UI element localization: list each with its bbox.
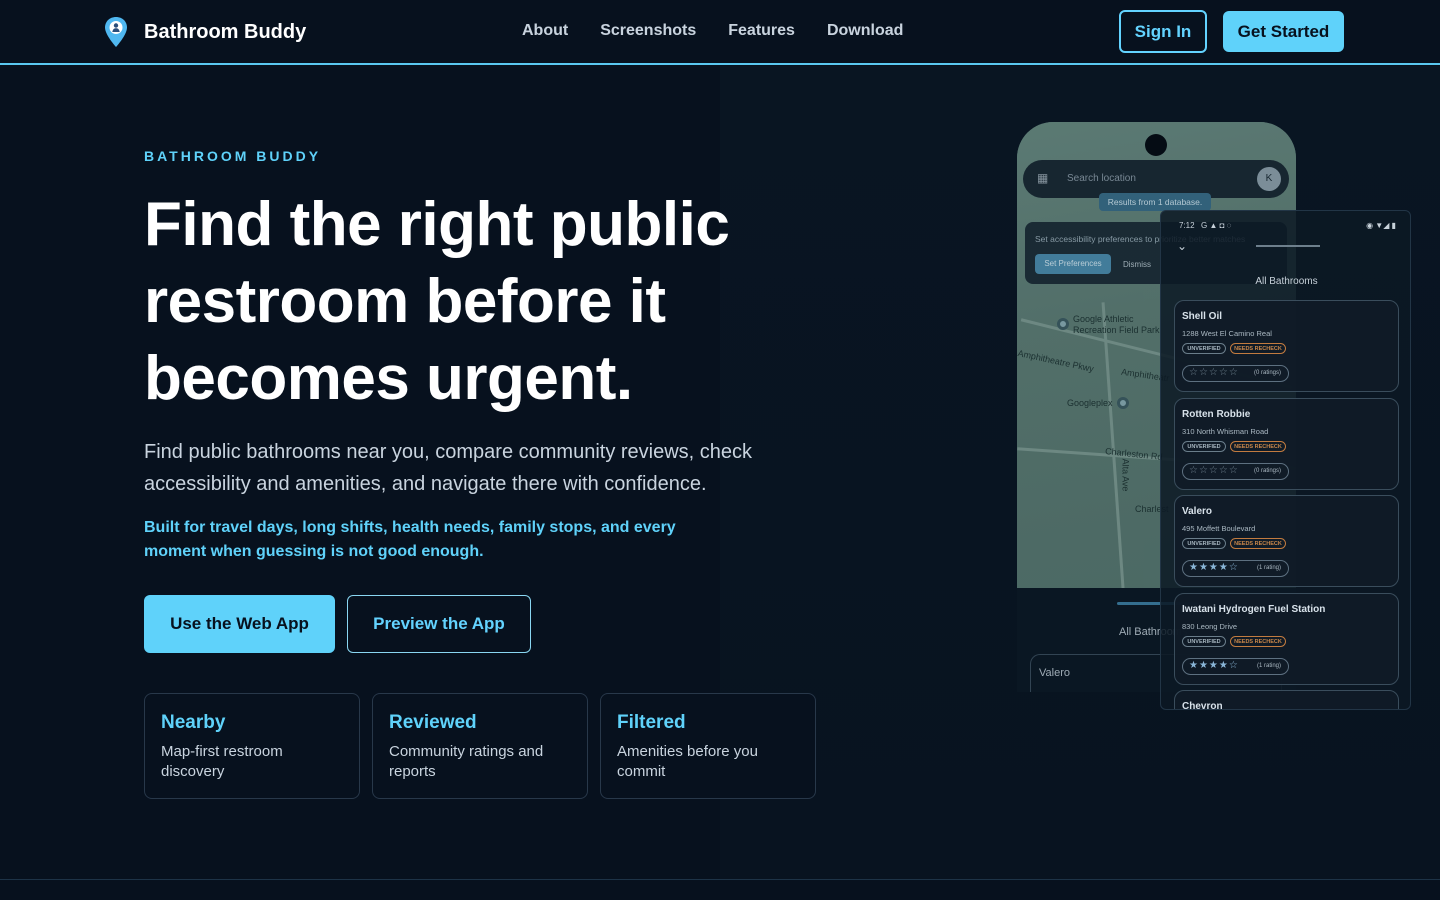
bathroom-address: 1288 West El Camino Real [1182,329,1272,338]
map-label: Google Athletic [1073,314,1134,324]
sign-in-button[interactable]: Sign In [1119,10,1207,53]
sheet-handle[interactable] [1256,245,1320,247]
camera-notch [1145,134,1167,156]
rating-pill: ★★★★☆ (1 rating) [1182,658,1289,675]
bathroom-name: Valero [1182,506,1213,517]
feature-card-filtered: Filtered Amenities before you commit [600,693,816,799]
rating-count: (1 rating) [1256,565,1281,571]
feature-card-nearby: Nearby Map-first restroom discovery [144,693,360,799]
status-icons: G ▲ ◘ ◌ [1201,221,1232,230]
feature-description: Map-first restroom discovery [161,743,283,780]
bathroom-name: Iwatani Hydrogen Fuel Station [1182,604,1326,615]
preview-app-button[interactable]: Preview the App [347,595,531,653]
star-rating-icon: ★★★★☆ [1189,660,1239,671]
chevron-down-icon[interactable]: ⌄ [1177,239,1187,253]
bathroom-name: Chevron [1182,701,1223,710]
rating-pill: ☆☆☆☆☆ (0 ratings) [1182,365,1289,382]
hero-eyebrow: BATHROOM BUDDY [144,148,322,164]
set-preferences-button[interactable]: Set Preferences [1035,254,1111,274]
rating-count: (1 rating) [1256,663,1281,669]
dismiss-button[interactable]: Dismiss [1123,260,1151,269]
unverified-badge: UNVERIFIED [1182,538,1226,549]
map-label: Recreation Field Park [1073,325,1160,335]
rating-pill: ★★★★☆ (1 rating) [1182,560,1289,577]
needs-recheck-badge: NEEDS RECHECK [1230,636,1286,647]
unverified-badge: UNVERIFIED [1182,441,1226,452]
bathroom-card[interactable]: Valero 495 Moffett Boulevard UNVERIFIED … [1174,495,1399,587]
bathroom-card[interactable]: Rotten Robbie 310 North Whisman Road UNV… [1174,398,1399,490]
star-rating-icon: ☆☆☆☆☆ [1189,465,1239,476]
feature-title: Reviewed [389,712,477,733]
map-label: Amphitheatre Pkwy [1017,348,1095,374]
section-divider [0,879,1440,880]
bathroom-address: 495 Moffett Boulevard [1182,524,1256,533]
get-started-button[interactable]: Get Started [1223,11,1344,52]
unverified-badge: UNVERIFIED [1182,636,1226,647]
results-chip: Results from 1 database. [1099,193,1211,211]
hero-highlight: Built for travel days, long shifts, heal… [144,519,676,560]
rating-pill: ☆☆☆☆☆ (0 ratings) [1182,463,1289,480]
phone-list-screenshot: 7:12 G ▲ ◘ ◌ ◉ ▼◢ ▮ ⌄ All Bathrooms Shel… [1160,210,1411,710]
hero-headline: Find the right public restroom before it… [144,190,730,413]
list-item-name: Valero [1039,667,1070,679]
needs-recheck-badge: NEEDS RECHECK [1230,343,1286,354]
nav-link-about[interactable]: About [522,22,568,40]
bathroom-address: 830 Leong Drive [1182,622,1238,631]
signal-battery-icon: ◉ ▼◢ ▮ [1366,221,1396,230]
location-pin-logo-icon [105,17,127,47]
needs-recheck-badge: NEEDS RECHECK [1230,538,1286,549]
bathroom-card[interactable]: Shell Oil 1288 West El Camino Real UNVER… [1174,300,1399,392]
bathroom-name: Shell Oil [1182,311,1223,322]
bathroom-card[interactable]: Chevron [1174,690,1399,710]
map-label: Alta Ave [1120,458,1131,492]
nav-link-screenshots[interactable]: Screenshots [600,22,696,40]
nav-link-download[interactable]: Download [827,22,903,40]
top-navbar: Bathroom Buddy About Screenshots Feature… [0,0,1440,65]
rating-count: (0 ratings) [1253,468,1281,474]
rating-count: (0 ratings) [1253,370,1281,376]
map-pin-icon [1117,397,1129,409]
status-time: 7:12 [1179,221,1195,230]
avatar[interactable]: K [1257,167,1281,191]
nav-link-features[interactable]: Features [728,22,795,40]
feature-title: Filtered [617,712,686,733]
map-label: Googleplex [1067,398,1113,408]
bathroom-address: 310 North Whisman Road [1182,427,1269,436]
search-placeholder: Search location [1067,173,1136,184]
unverified-badge: UNVERIFIED [1182,343,1226,354]
bathroom-name: Rotten Robbie [1182,409,1251,420]
bathroom-card[interactable]: Iwatani Hydrogen Fuel Station 830 Leong … [1174,593,1399,685]
list-title: All Bathrooms [1255,276,1318,287]
map-icon: ▦ [1037,171,1049,185]
star-rating-icon: ★★★★☆ [1189,562,1239,573]
star-rating-icon: ☆☆☆☆☆ [1189,367,1239,378]
brand-link[interactable]: Bathroom Buddy [104,16,306,48]
nav-links: About Screenshots Features Download [522,22,935,40]
brand-name: Bathroom Buddy [144,20,307,43]
feature-title: Nearby [161,712,226,733]
use-web-app-button[interactable]: Use the Web App [144,595,335,653]
hero-subtext: Find public bathrooms near you, compare … [144,441,753,495]
feature-description: Amenities before you commit [617,743,758,780]
needs-recheck-badge: NEEDS RECHECK [1230,441,1286,452]
feature-description: Community ratings and reports [389,743,544,780]
map-pin-icon [1057,318,1069,330]
feature-card-reviewed: Reviewed Community ratings and reports [372,693,588,799]
